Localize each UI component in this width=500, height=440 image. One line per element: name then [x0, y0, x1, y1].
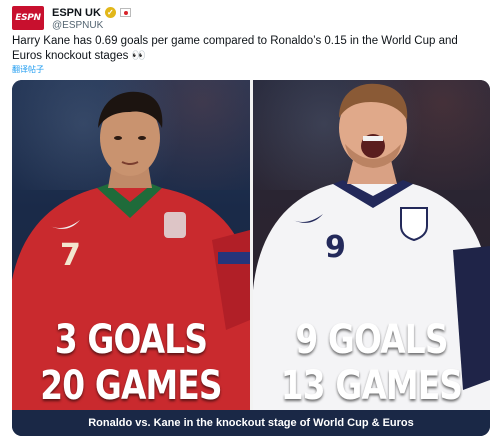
verified-badge-icon: ✓ — [104, 7, 116, 18]
author-handle[interactable]: @ESPNUK — [52, 20, 103, 31]
kane-goals-stat: 9 GOALS — [295, 317, 448, 363]
espn-avatar-logo[interactable]: ESPN — [12, 6, 44, 30]
author-name-row: ESPN UK ✓ — [52, 6, 131, 19]
media-caption: Ronaldo vs. Kane in the knockout stage o… — [12, 410, 490, 436]
kane-games-stat: 13 GAMES — [280, 363, 463, 409]
tweet-header: ESPN ESPN UK ✓ @ESPNUK — [12, 5, 488, 33]
kane-jersey-number: 9 — [325, 230, 346, 265]
translate-post-link[interactable]: 翻译帖子 — [12, 64, 44, 75]
ronaldo-games-stat: 20 GAMES — [40, 363, 222, 409]
tweet-text: Harry Kane has 0.69 goals per game compa… — [12, 35, 458, 62]
author-display-name[interactable]: ESPN UK — [52, 7, 101, 19]
ronaldo-jersey-number: 7 — [60, 238, 81, 273]
ronaldo-goals-stat: 3 GOALS — [54, 317, 208, 363]
tweet-media-image[interactable]: 7 9 3 GOALS 20 GAMES 9 GOALS 13 GAMES Ro… — [12, 80, 490, 436]
england-flag-icon — [119, 8, 131, 17]
